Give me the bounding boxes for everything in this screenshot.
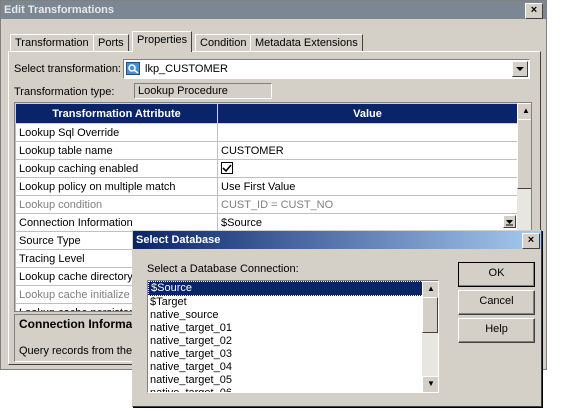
table-row[interactable]: Lookup condition CUST_ID = CUST_NO [15,195,518,214]
list-scrollbar[interactable]: ▲ ▼ [422,281,438,392]
attribute-cell: Lookup table name [15,141,218,160]
lookup-transformation-icon [126,62,140,75]
transformation-type-label: Transformation type: [14,86,115,98]
tab-ports[interactable]: Ports [93,34,129,52]
select-transformation-dropdown[interactable]: lkp_CUSTOMER [123,59,530,79]
main-title-bar: Edit Transformations [1,1,546,19]
table-row[interactable]: Lookup policy on multiple match Use First… [15,177,518,196]
tab-transformation[interactable]: Transformation [10,34,94,52]
main-close-button[interactable]: × [525,3,543,19]
transformation-type-value: Lookup Procedure [138,85,228,97]
attribute-cell: Lookup policy on multiple match [15,177,218,196]
value-cell[interactable]: $Source [217,213,518,232]
tab-properties[interactable]: Properties [132,31,193,52]
value-cell[interactable] [217,159,518,178]
list-item[interactable]: native_target_04 [148,361,438,374]
close-icon: × [530,4,538,16]
table-row[interactable]: Lookup table name CUSTOMER [15,141,518,160]
attribute-cell: Lookup Sql Override [15,123,218,142]
cancel-button[interactable]: Cancel [458,290,535,315]
chevron-down-icon [516,67,524,71]
select-database-dialog: Select Database × Select a Database Conn… [132,230,542,407]
browse-arrow-icon [506,220,513,226]
tab-condition[interactable]: Condition [195,34,252,52]
dialog-title-bar: Select Database [133,231,541,249]
help-button[interactable]: Help [458,318,535,343]
attribute-cell: Connection Information [15,213,218,232]
connection-browse-button[interactable] [503,215,516,228]
list-item[interactable]: $Target [148,296,438,309]
table-row[interactable]: Lookup Sql Override [15,123,518,142]
description-text: Query records from the s [19,345,141,357]
attribute-cell: Lookup caching enabled [15,159,218,178]
tab-metadata-extensions[interactable]: Metadata Extensions [250,34,363,52]
list-item[interactable]: native_target_01 [148,322,438,335]
main-title: Edit Transformations [4,4,115,16]
column-header-value[interactable]: Value [217,103,518,124]
transformation-type-value-box: Lookup Procedure [134,83,272,99]
column-header-attribute[interactable]: Transformation Attribute [15,103,218,124]
value-cell[interactable] [217,123,518,142]
close-icon: × [527,234,535,246]
table-row[interactable]: Lookup caching enabled [15,159,518,178]
grid-scroll-thumb[interactable] [517,119,531,189]
list-item[interactable]: $Source [148,281,438,296]
database-connection-prompt: Select a Database Connection: [147,263,299,275]
dropdown-arrow-button[interactable] [512,61,528,77]
description-title: Connection Informat [19,317,137,331]
scroll-down-icon[interactable]: ▼ [422,376,438,392]
database-connection-list[interactable]: $Source $Target native_source native_tar… [147,280,439,393]
value-cell: CUST_ID = CUST_NO [217,195,518,214]
value-cell[interactable]: Use First Value [217,177,518,196]
list-item[interactable]: native_source [148,309,438,322]
connection-value: $Source [221,216,262,229]
ok-button[interactable]: OK [458,262,535,287]
checkmark-icon [222,164,232,173]
table-row[interactable]: Connection Information $Source [15,213,518,232]
list-item[interactable]: native_target_02 [148,335,438,348]
select-transformation-label: Select transformation: [14,63,121,75]
lookup-caching-checkbox[interactable] [221,162,233,174]
dialog-title: Select Database [136,234,221,246]
list-item[interactable]: native_target_05 [148,374,438,387]
value-cell[interactable]: CUSTOMER [217,141,518,160]
list-item[interactable]: native_target_06 [148,387,438,392]
dialog-close-button[interactable]: × [522,233,540,249]
list-scroll-thumb[interactable] [422,297,438,333]
selected-transformation-value: lkp_CUSTOMER [145,63,228,75]
attribute-cell: Lookup condition [15,195,218,214]
list-item[interactable]: native_target_03 [148,348,438,361]
